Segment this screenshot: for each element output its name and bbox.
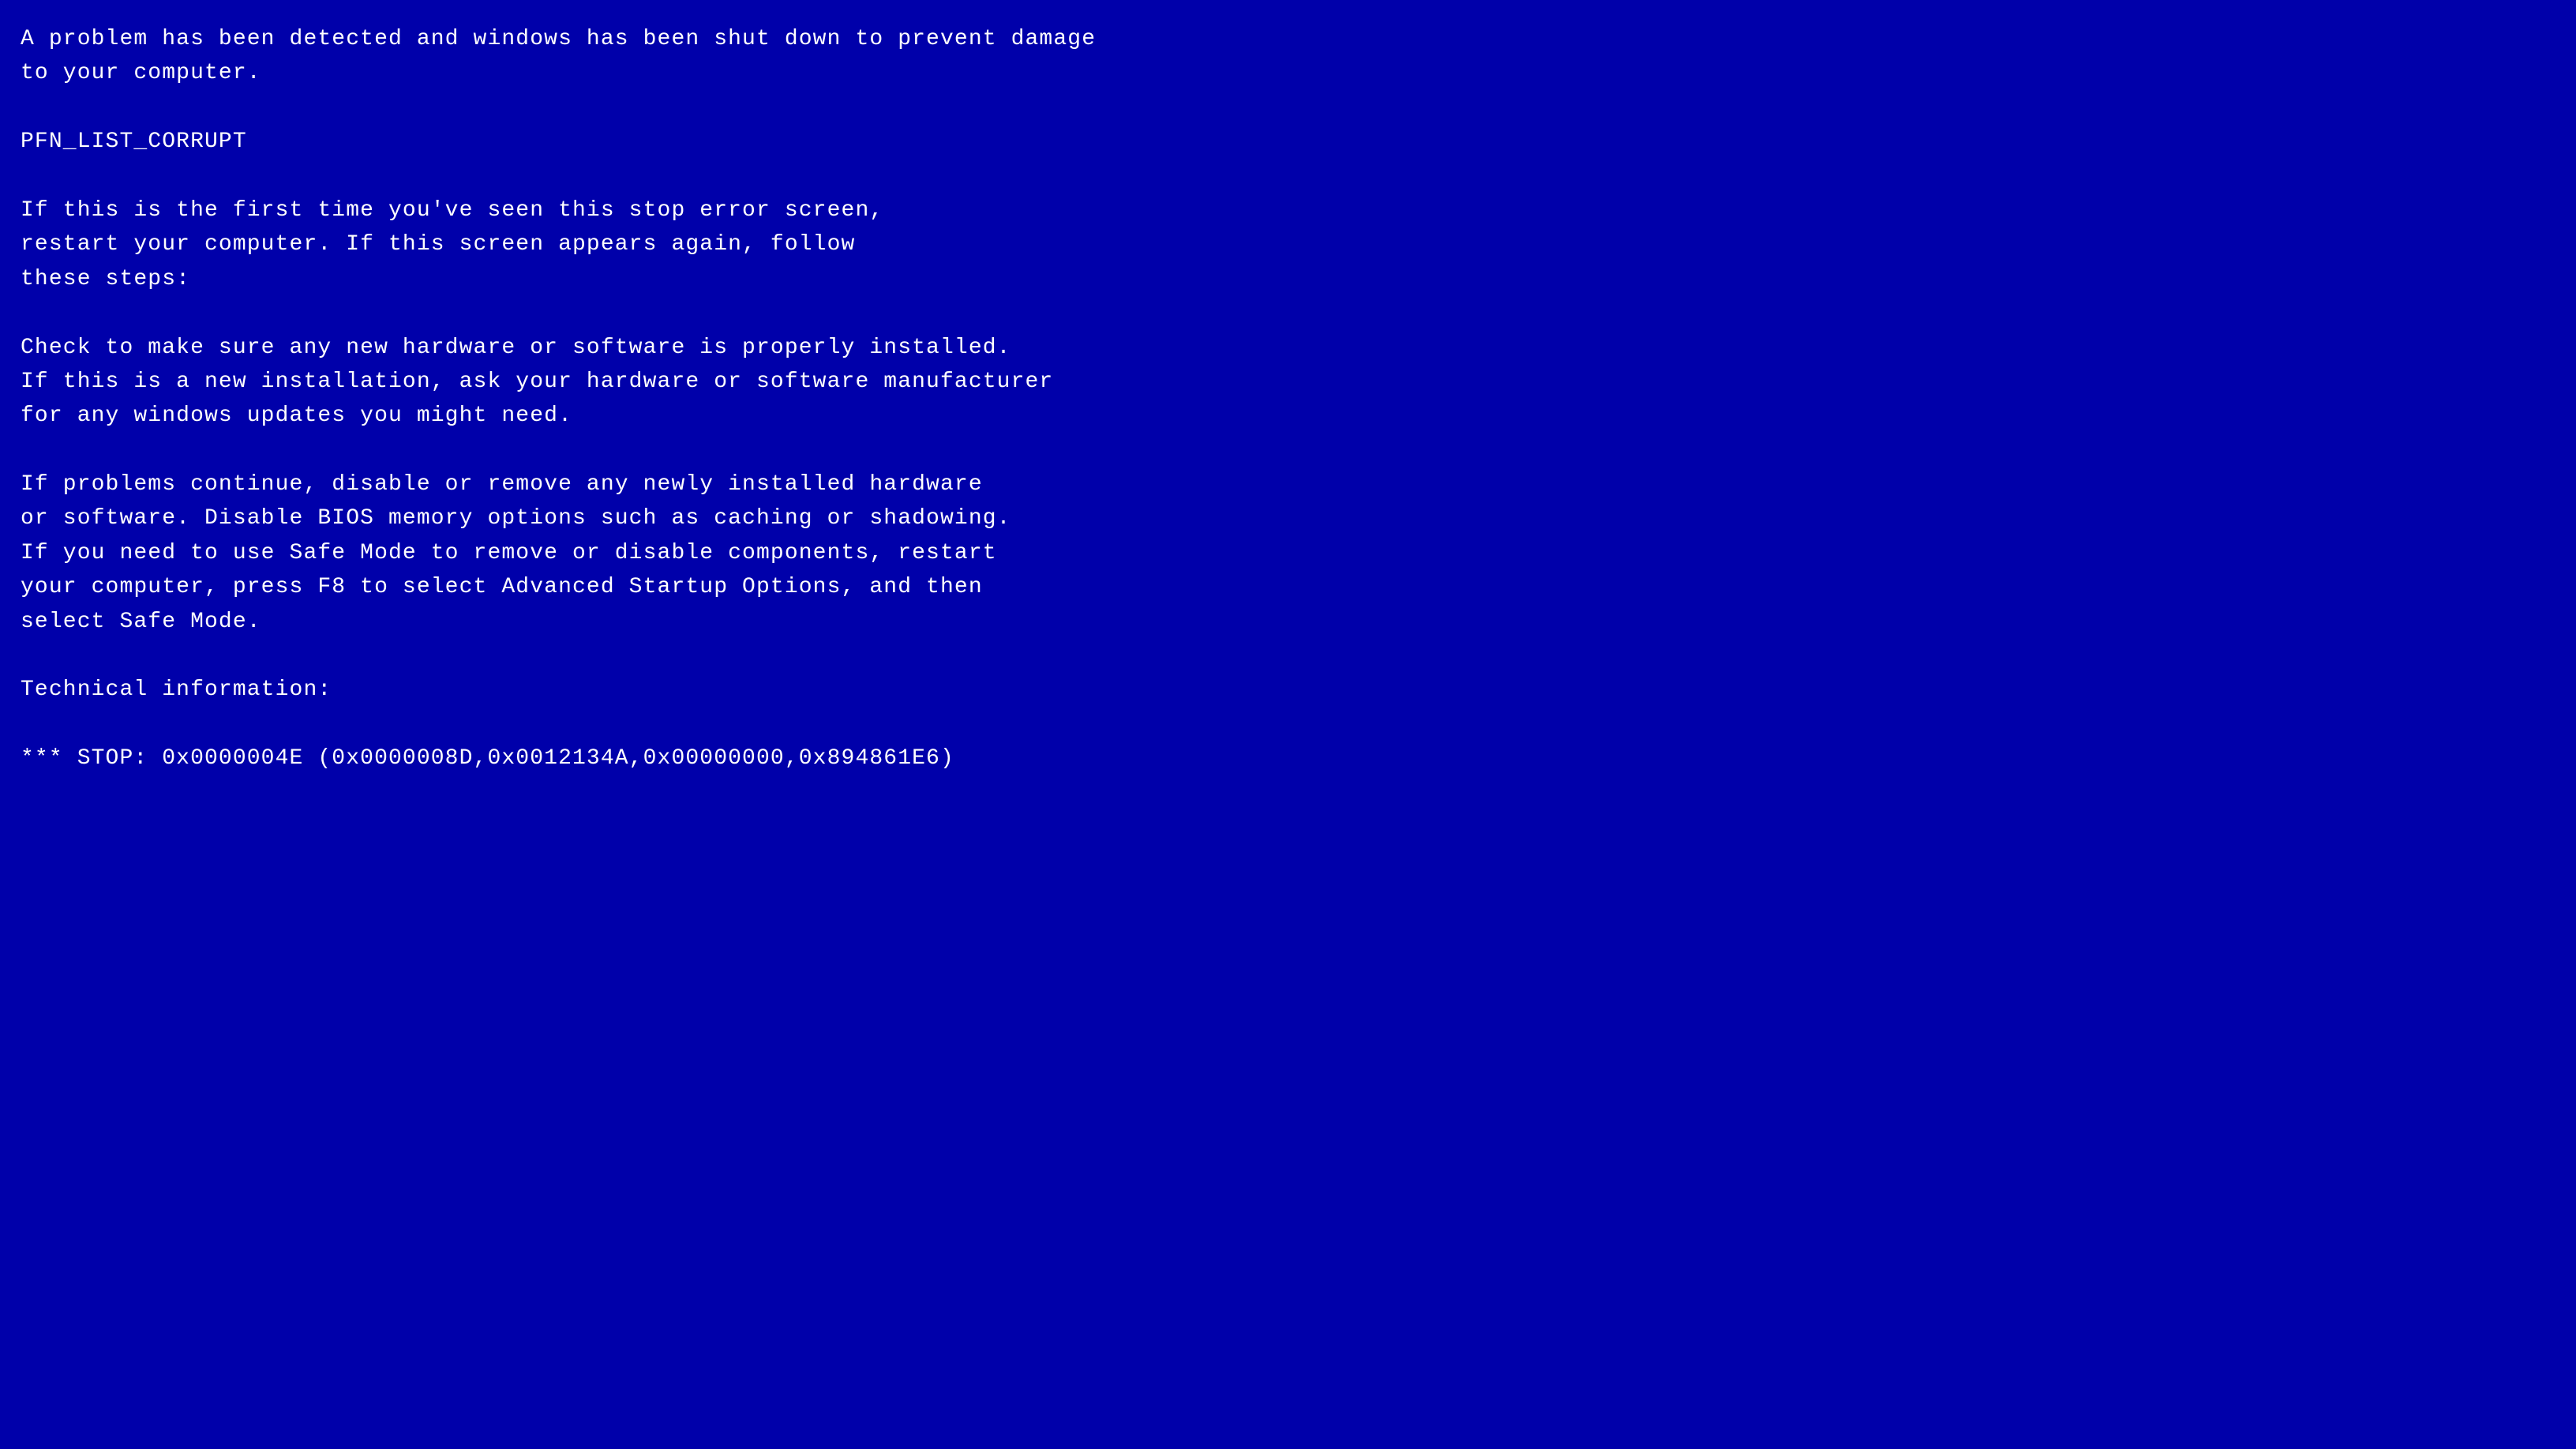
bsod-text-error_code: PFN_LIST_CORRUPT — [21, 125, 2552, 159]
bsod-text-line8: for any windows updates you might need. — [21, 399, 2552, 433]
bsod-text-line11: If you need to use Safe Mode to remove o… — [21, 536, 2552, 570]
blank-line-blank6 — [21, 708, 2552, 741]
bsod-text-line5: these steps: — [21, 262, 2552, 296]
bsod-screen: A problem has been detected and windows … — [5, 14, 2568, 1441]
bsod-text-line3: If this is the first time you've seen th… — [21, 193, 2552, 227]
blank-line-blank1 — [21, 91, 2552, 125]
bsod-text-line14: Technical information: — [21, 673, 2552, 707]
bsod-text-line9: If problems continue, disable or remove … — [21, 467, 2552, 501]
bsod-text-line13: select Safe Mode. — [21, 605, 2552, 639]
bsod-text-line12: your computer, press F8 to select Advanc… — [21, 570, 2552, 604]
blank-line-blank5 — [21, 639, 2552, 673]
bsod-text-line1: A problem has been detected and windows … — [21, 22, 2552, 56]
blank-line-blank3 — [21, 296, 2552, 330]
bsod-text-line7: If this is a new installation, ask your … — [21, 365, 2552, 399]
bsod-text-line2: to your computer. — [21, 56, 2552, 90]
bsod-text-line10: or software. Disable BIOS memory options… — [21, 501, 2552, 535]
blank-line-blank4 — [21, 434, 2552, 467]
blank-line-blank2 — [21, 160, 2552, 193]
bsod-text-line6: Check to make sure any new hardware or s… — [21, 331, 2552, 365]
bsod-text-line4: restart your computer. If this screen ap… — [21, 227, 2552, 261]
bsod-text-line15: *** STOP: 0x0000004E (0x0000008D,0x00121… — [21, 741, 2552, 775]
